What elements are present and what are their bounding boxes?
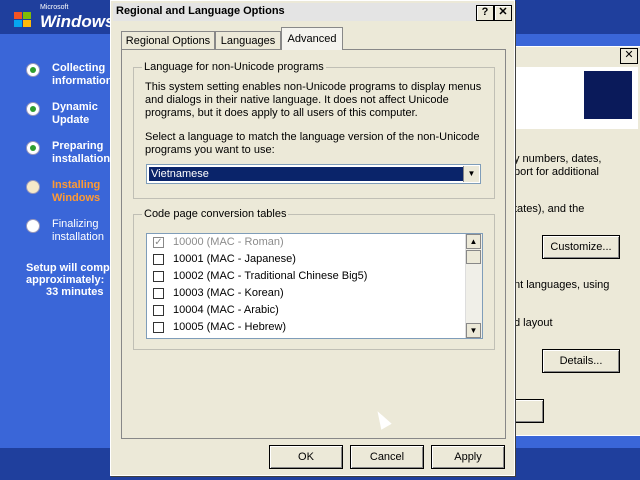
list-item[interactable]: 10004 (MAC - Arabic) [153, 302, 463, 319]
list-item[interactable]: 10003 (MAC - Korean) [153, 285, 463, 302]
ok-button[interactable]: OK [269, 445, 343, 469]
step-label: Collecting information [52, 62, 113, 87]
windows-logo: Microsoft Windows [10, 4, 114, 31]
remaining-line-2: approximately: [26, 274, 105, 286]
list-item-label: 10005 (MAC - Hebrew) [173, 321, 287, 333]
list-item-label: 10004 (MAC - Arabic) [173, 304, 279, 316]
tab-languages[interactable]: Languages [215, 31, 281, 50]
step-pending-icon [26, 219, 40, 233]
list-item[interactable]: 10005 (MAC - Hebrew) [153, 319, 463, 336]
code-page-list[interactable]: ✓ 10000 (MAC - Roman) 10001 (MAC - Japan… [146, 233, 483, 339]
remaining-line-3: 33 minutes [46, 286, 104, 298]
close-icon[interactable]: ✕ [620, 48, 638, 64]
close-button[interactable]: ✕ [494, 5, 512, 21]
help-button[interactable]: ? [476, 5, 494, 21]
list-item[interactable]: 10002 (MAC - Traditional Chinese Big5) [153, 268, 463, 285]
list-item[interactable]: ✓ 10000 (MAC - Roman) [153, 234, 463, 251]
background-dialog: ✕ y numbers, dates, port for additional … [505, 46, 640, 436]
language-select[interactable]: Vietnamese ▼ [146, 164, 481, 184]
back-text-3: tates), and the [514, 203, 585, 215]
step-done-icon [26, 63, 40, 77]
prompt-line-2: programs you want to use: [145, 144, 275, 156]
details-button[interactable]: Details... [542, 349, 620, 373]
scroll-thumb[interactable] [466, 250, 481, 264]
list-item-label: 10002 (MAC - Traditional Chinese Big5) [173, 270, 368, 282]
list-item-label: 10003 (MAC - Korean) [173, 287, 284, 299]
chevron-down-icon[interactable]: ▼ [463, 166, 479, 182]
regional-settings-icon [584, 71, 632, 119]
list-item-label: 10001 (MAC - Japanese) [173, 253, 296, 265]
windows-flag-icon [14, 12, 32, 28]
customize-button[interactable]: Customize... [542, 235, 620, 259]
dialog-title: Regional and Language Options [116, 5, 285, 17]
list-item-label: 10000 (MAC - Roman) [173, 236, 284, 248]
tab-advanced[interactable]: Advanced [281, 27, 343, 50]
apply-button[interactable]: Apply [431, 445, 505, 469]
scroll-down-icon[interactable]: ▼ [466, 323, 481, 338]
checkbox[interactable] [153, 288, 164, 299]
cancel-button[interactable]: Cancel [350, 445, 424, 469]
language-selected-value: Vietnamese [149, 167, 463, 181]
step-label: Preparing installation [52, 140, 111, 165]
remaining-line-1: Setup will comp [26, 262, 110, 274]
logo-microsoft: Microsoft [40, 4, 69, 11]
list-item[interactable]: 10001 (MAC - Japanese) [153, 251, 463, 268]
step-done-icon [26, 141, 40, 155]
step-label: Installing Windows [52, 179, 101, 204]
title-bar: Regional and Language Options ? ✕ [113, 3, 512, 21]
group-label: Language for non-Unicode programs [142, 61, 326, 73]
step-current-icon [26, 180, 40, 194]
tab-regional-options[interactable]: Regional Options [121, 31, 215, 50]
prompt-line-1: Select a language to match the language … [145, 131, 480, 143]
scroll-up-icon[interactable]: ▲ [466, 234, 481, 249]
header-banner [514, 67, 638, 129]
back-text-4: nt languages, using [514, 279, 610, 291]
checkbox[interactable] [153, 305, 164, 316]
step-label: Dynamic Update [52, 101, 98, 126]
back-text-2: port for additional [514, 166, 599, 178]
logo-windows: Windows [40, 12, 115, 31]
step-done-icon [26, 102, 40, 116]
step-label: Finalizing installation [52, 218, 104, 243]
back-text-5: d layout [514, 317, 553, 329]
checkbox-checked[interactable]: ✓ [153, 237, 164, 248]
description-line-2: and dialogs in their native language. It… [145, 94, 449, 106]
scrollbar[interactable]: ▲ ▼ [465, 234, 482, 338]
regional-language-dialog: Regional and Language Options ? ✕ Region… [110, 0, 515, 476]
checkbox[interactable] [153, 322, 164, 333]
time-remaining: Setup will comp approximately: 33 minute… [26, 262, 110, 298]
group-label: Code page conversion tables [142, 208, 289, 220]
back-text-1: y numbers, dates, [514, 153, 602, 165]
description-line-3: programs, but it does apply to all users… [145, 107, 418, 119]
description-line-1: This system setting enables non-Unicode … [145, 81, 482, 93]
checkbox[interactable] [153, 254, 164, 265]
checkbox[interactable] [153, 271, 164, 282]
